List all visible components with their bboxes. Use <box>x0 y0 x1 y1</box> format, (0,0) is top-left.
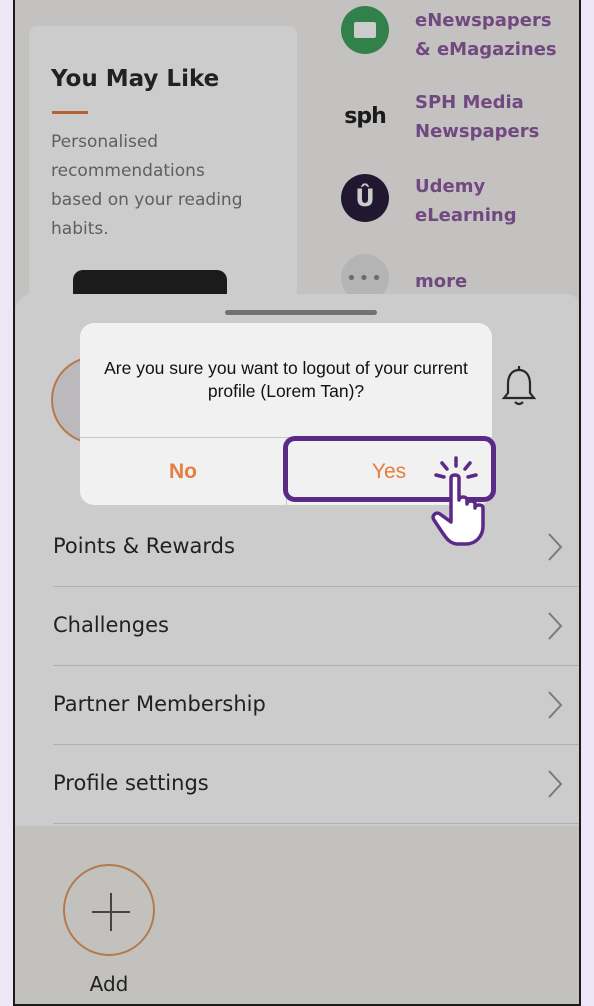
dialog-message: Are you sure you want to logout of your … <box>104 358 468 401</box>
tap-hand-icon <box>431 456 485 546</box>
no-button[interactable]: No <box>80 438 286 505</box>
